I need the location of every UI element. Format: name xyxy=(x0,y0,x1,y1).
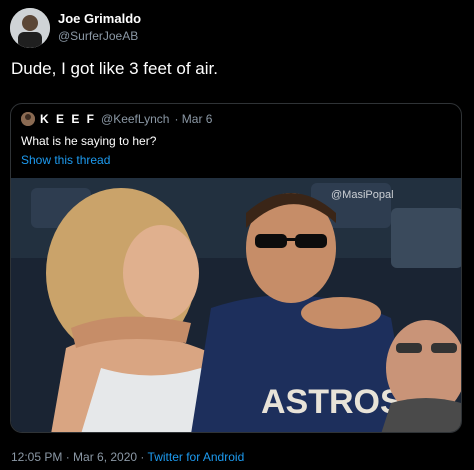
quoted-photo[interactable]: ASTROS xyxy=(11,178,461,432)
quoted-author-name[interactable]: K E E F xyxy=(40,112,96,126)
quoted-date: · Mar 6 xyxy=(174,112,213,126)
show-thread-link[interactable]: Show this thread xyxy=(21,153,110,167)
author-avatar[interactable] xyxy=(10,8,50,48)
tweet-footer: 12:05 PM · Mar 6, 2020 · Twitter for And… xyxy=(11,450,244,464)
quoted-avatar[interactable] xyxy=(21,112,35,126)
quoted-author-handle[interactable]: @KeefLynch xyxy=(101,112,169,126)
footer-separator: · xyxy=(137,450,148,464)
quoted-header: K E E F @KeefLynch · Mar 6 xyxy=(21,112,212,126)
tweet-source-link[interactable]: Twitter for Android xyxy=(148,450,245,464)
tweet-timestamp[interactable]: 12:05 PM · Mar 6, 2020 xyxy=(11,450,137,464)
author-handle[interactable]: @SurferJoeAB xyxy=(58,29,138,43)
quoted-text: What is he saying to her? xyxy=(21,134,157,148)
shirt-text: ASTROS xyxy=(261,383,403,421)
author-name[interactable]: Joe Grimaldo xyxy=(58,11,141,26)
tweet-text: Dude, I got like 3 feet of air. xyxy=(11,59,218,78)
photo-watermark: @MasiPopal xyxy=(331,189,394,201)
quoted-tweet[interactable]: K E E F @KeefLynch · Mar 6 What is he sa… xyxy=(10,103,462,433)
